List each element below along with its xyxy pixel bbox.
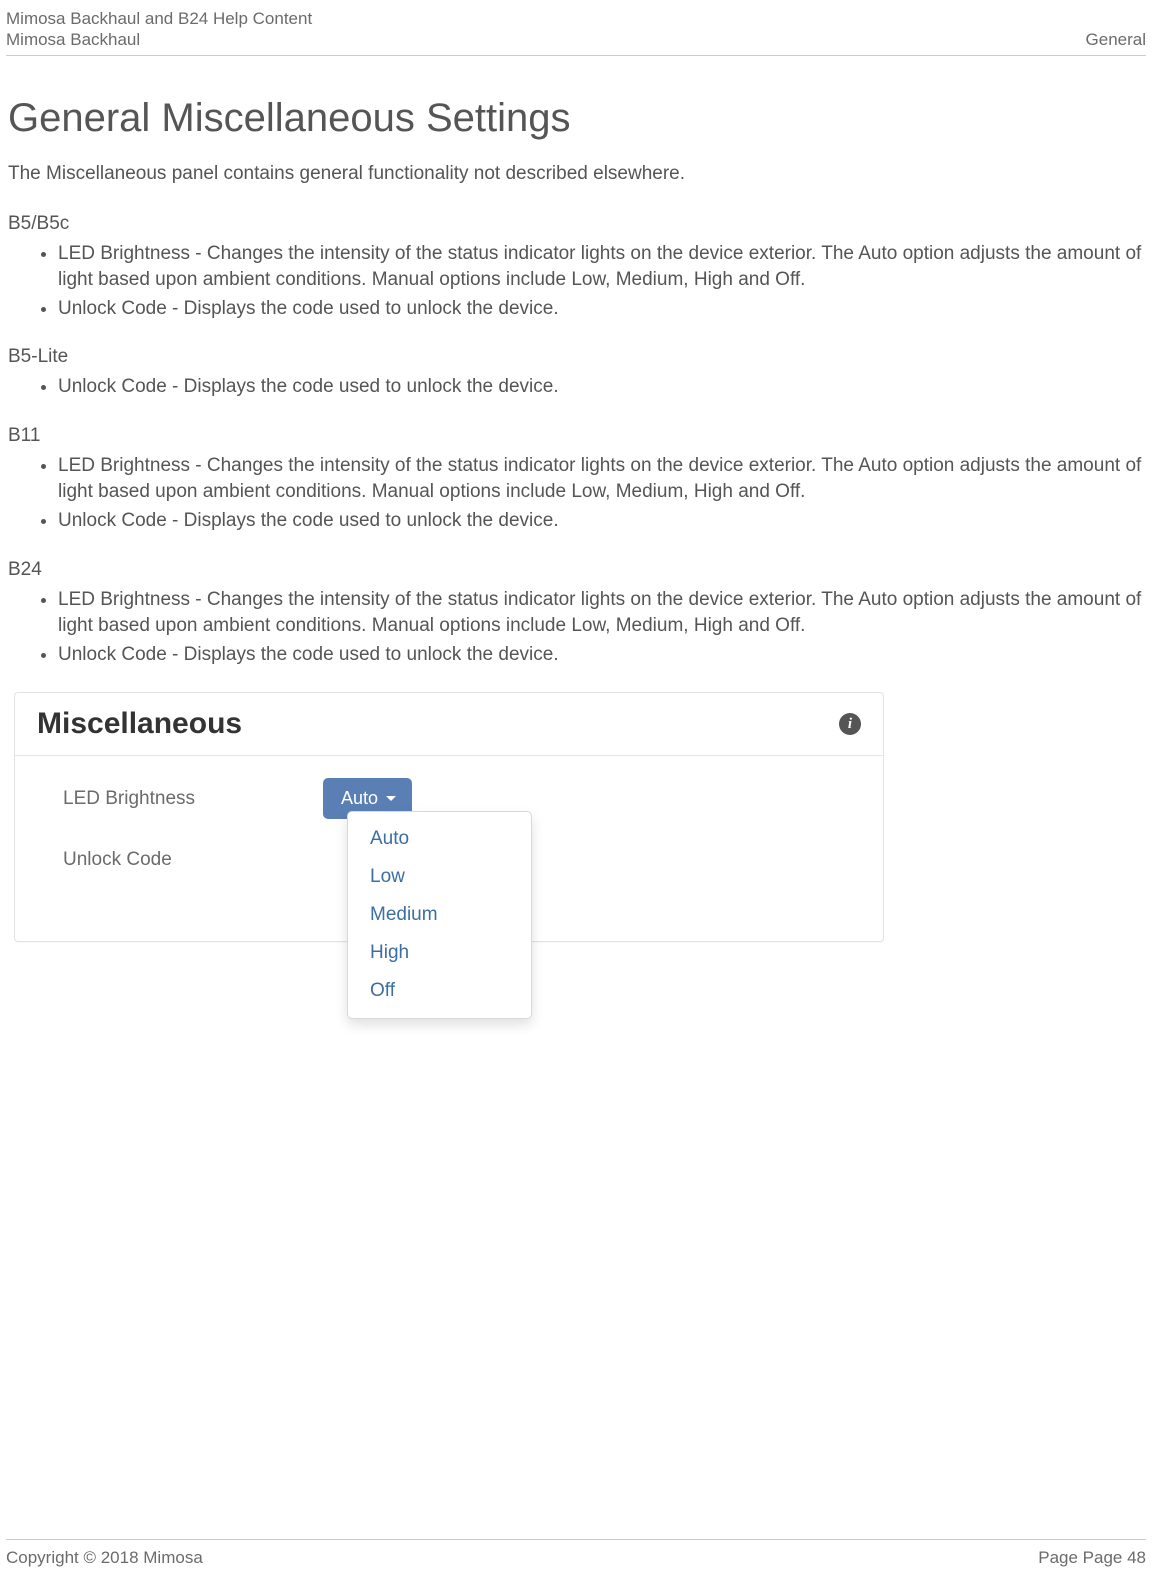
list-item: Unlock Code - Displays the code used to … (58, 296, 1144, 323)
list-b11: LED Brightness - Changes the intensity o… (58, 453, 1144, 535)
list-item: LED Brightness - Changes the intensity o… (58, 241, 1144, 294)
header-right: General (1086, 29, 1146, 50)
chevron-down-icon (386, 796, 396, 801)
label-unlock: Unlock Code (63, 849, 323, 871)
panel-header: Miscellaneous i (15, 693, 883, 756)
header-line1: Mimosa Backhaul and B24 Help Content (6, 8, 312, 29)
page-footer: Copyright © 2018 Mimosa Page Page 48 (6, 1539, 1146, 1568)
page-header: Mimosa Backhaul and B24 Help Content Mim… (6, 8, 1146, 56)
list-b24: LED Brightness - Changes the intensity o… (58, 587, 1144, 669)
misc-panel-wrap: Miscellaneous i LED Brightness Auto Unlo… (14, 692, 884, 942)
dropdown-option-off[interactable]: Off (348, 972, 531, 1010)
page-title: General Miscellaneous Settings (8, 96, 1144, 141)
section-b5: B5/B5c (8, 213, 1144, 235)
list-item: Unlock Code - Displays the code used to … (58, 374, 1144, 401)
footer-right: Page Page 48 (1038, 1548, 1146, 1568)
list-b5lite: Unlock Code - Displays the code used to … (58, 374, 1144, 401)
section-b5lite: B5-Lite (8, 346, 1144, 368)
led-brightness-menu: Auto Low Medium High Off (347, 811, 532, 1019)
list-item: Unlock Code - Displays the code used to … (58, 508, 1144, 535)
header-line2: Mimosa Backhaul (6, 29, 312, 50)
section-b11: B11 (8, 425, 1144, 447)
info-icon[interactable]: i (839, 713, 861, 735)
dropdown-option-low[interactable]: Low (348, 858, 531, 896)
list-item: LED Brightness - Changes the intensity o… (58, 453, 1144, 506)
dropdown-value: Auto (341, 788, 378, 809)
misc-panel: Miscellaneous i LED Brightness Auto Unlo… (14, 692, 884, 942)
label-led: LED Brightness (63, 788, 323, 810)
dropdown-option-high[interactable]: High (348, 934, 531, 972)
list-item: Unlock Code - Displays the code used to … (58, 642, 1144, 669)
dropdown-option-auto[interactable]: Auto (348, 820, 531, 858)
section-b24: B24 (8, 559, 1144, 581)
list-b5: LED Brightness - Changes the intensity o… (58, 241, 1144, 323)
footer-left: Copyright © 2018 Mimosa (6, 1548, 203, 1568)
panel-title: Miscellaneous (37, 707, 242, 741)
intro-text: The Miscellaneous panel contains general… (8, 163, 1144, 185)
header-left: Mimosa Backhaul and B24 Help Content Mim… (6, 8, 312, 51)
dropdown-option-medium[interactable]: Medium (348, 896, 531, 934)
main-content: General Miscellaneous Settings The Misce… (6, 56, 1146, 943)
list-item: LED Brightness - Changes the intensity o… (58, 587, 1144, 640)
